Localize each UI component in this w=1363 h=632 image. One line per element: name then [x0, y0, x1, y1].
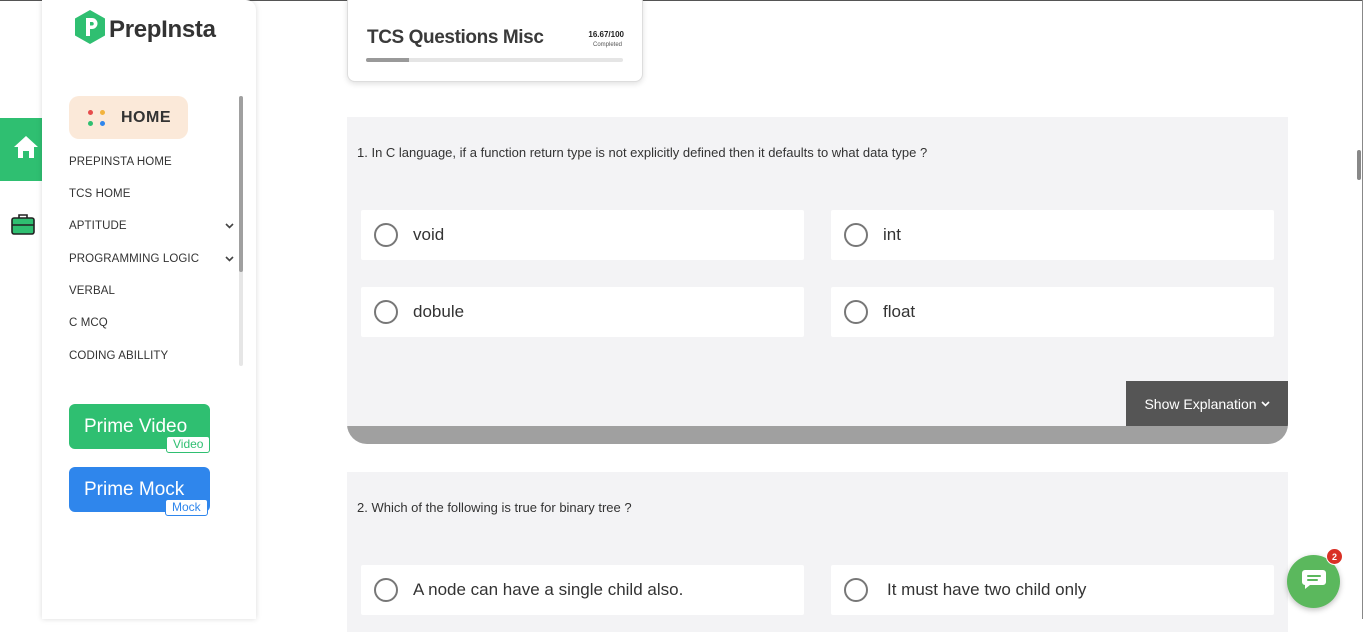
- radio-button[interactable]: [374, 223, 398, 247]
- sidebar-item-c-mcq[interactable]: C MCQ: [69, 317, 234, 329]
- sidebar-scrollbar[interactable]: [239, 96, 243, 366]
- option-label: dobule: [413, 302, 465, 321]
- option-void[interactable]: void: [361, 210, 804, 260]
- radio-button[interactable]: [374, 300, 398, 324]
- sidebar-item-label: APTITUDE: [69, 220, 127, 232]
- page-scrollbar-thumb[interactable]: [1357, 150, 1361, 180]
- chat-bubble-icon: [1301, 568, 1327, 595]
- show-explanation-label: Show Explanation: [1144, 395, 1257, 412]
- sidebar-item-label: CODING ABILLITY: [69, 350, 169, 362]
- quiz-status: Completed: [592, 42, 622, 48]
- question-card: 2. Which of the following is true for bi…: [347, 472, 1288, 632]
- option-label: void: [413, 225, 445, 244]
- sidebar-item-aptitude[interactable]: APTITUDE: [69, 220, 234, 232]
- radio-button[interactable]: [844, 223, 868, 247]
- quiz-progress-fill: [366, 58, 409, 62]
- brand-logo[interactable]: PrepInsta: [74, 9, 216, 50]
- prime-mock-tag: Mock: [165, 499, 208, 516]
- sidebar-item-label: VERBAL: [69, 285, 115, 297]
- sidebar-scroll-thumb[interactable]: [239, 96, 243, 272]
- sidebar-home-label: HOME: [121, 108, 171, 126]
- prepinsta-logo-icon: [74, 9, 106, 50]
- sidebar-item-coding-ability[interactable]: CODING ABILLITY: [69, 350, 234, 362]
- sidebar-item-tcs-home[interactable]: TCS HOME: [69, 188, 234, 200]
- sidebar-item-prepinsta-home[interactable]: PREPINSTA HOME: [69, 156, 234, 168]
- option-label: A node can have a single child also.: [413, 580, 684, 599]
- chevron-down-icon[interactable]: [225, 254, 234, 265]
- prime-mock-label: Prime Mock: [84, 478, 185, 500]
- sidebar-item-label: PREPINSTA HOME: [69, 156, 172, 168]
- option-label: It must have two child only: [887, 580, 1087, 599]
- home-icon: [12, 134, 40, 165]
- option-dobule[interactable]: dobule: [361, 287, 804, 337]
- option-int[interactable]: int: [831, 210, 1274, 260]
- option-single-child[interactable]: A node can have a single child also.: [361, 565, 804, 615]
- quiz-progress-card: TCS Questions Misc 16.67/100 Completed: [347, 0, 643, 82]
- chevron-down-icon: [1260, 400, 1270, 407]
- quiz-score: 16.67/100: [588, 30, 624, 39]
- briefcase-icon: [10, 212, 36, 241]
- show-explanation-button[interactable]: Show Explanation: [1126, 381, 1288, 426]
- radio-button[interactable]: [844, 578, 868, 602]
- sidebar-item-verbal[interactable]: VERBAL: [69, 285, 234, 297]
- radio-button[interactable]: [844, 300, 868, 324]
- option-label: float: [883, 302, 916, 321]
- quiz-progress-bar: [366, 58, 623, 62]
- option-float[interactable]: float: [831, 287, 1274, 337]
- brand-name: PrepInsta: [109, 15, 216, 43]
- sidebar-item-programming-logic[interactable]: PROGRAMMING LOGIC: [69, 253, 234, 265]
- rail-briefcase-button[interactable]: [10, 213, 36, 239]
- option-two-child[interactable]: It must have two child only: [831, 565, 1274, 615]
- sidebar: PrepInsta HOME PREPINSTA HOME TCS HOME A…: [42, 0, 256, 619]
- question-card-footer: [347, 426, 1288, 444]
- option-label: int: [883, 225, 901, 244]
- quiz-title: TCS Questions Misc: [367, 27, 544, 48]
- sidebar-item-label: PROGRAMMING LOGIC: [69, 253, 200, 265]
- chat-notification-badge: 2: [1326, 548, 1343, 565]
- chevron-down-icon[interactable]: [225, 221, 234, 232]
- question-text: 1. In C language, if a function return t…: [357, 145, 928, 160]
- question-card: 1. In C language, if a function return t…: [347, 117, 1288, 444]
- sidebar-item-label: C MCQ: [69, 317, 108, 329]
- radio-button[interactable]: [374, 578, 398, 602]
- sidebar-item-label: TCS HOME: [69, 188, 131, 200]
- sidebar-home-button[interactable]: HOME: [69, 96, 188, 139]
- prime-video-label: Prime Video: [84, 415, 188, 437]
- prime-video-tag: Video: [166, 436, 211, 453]
- dots-icon: [86, 107, 108, 129]
- question-text: 2. Which of the following is true for bi…: [357, 500, 632, 515]
